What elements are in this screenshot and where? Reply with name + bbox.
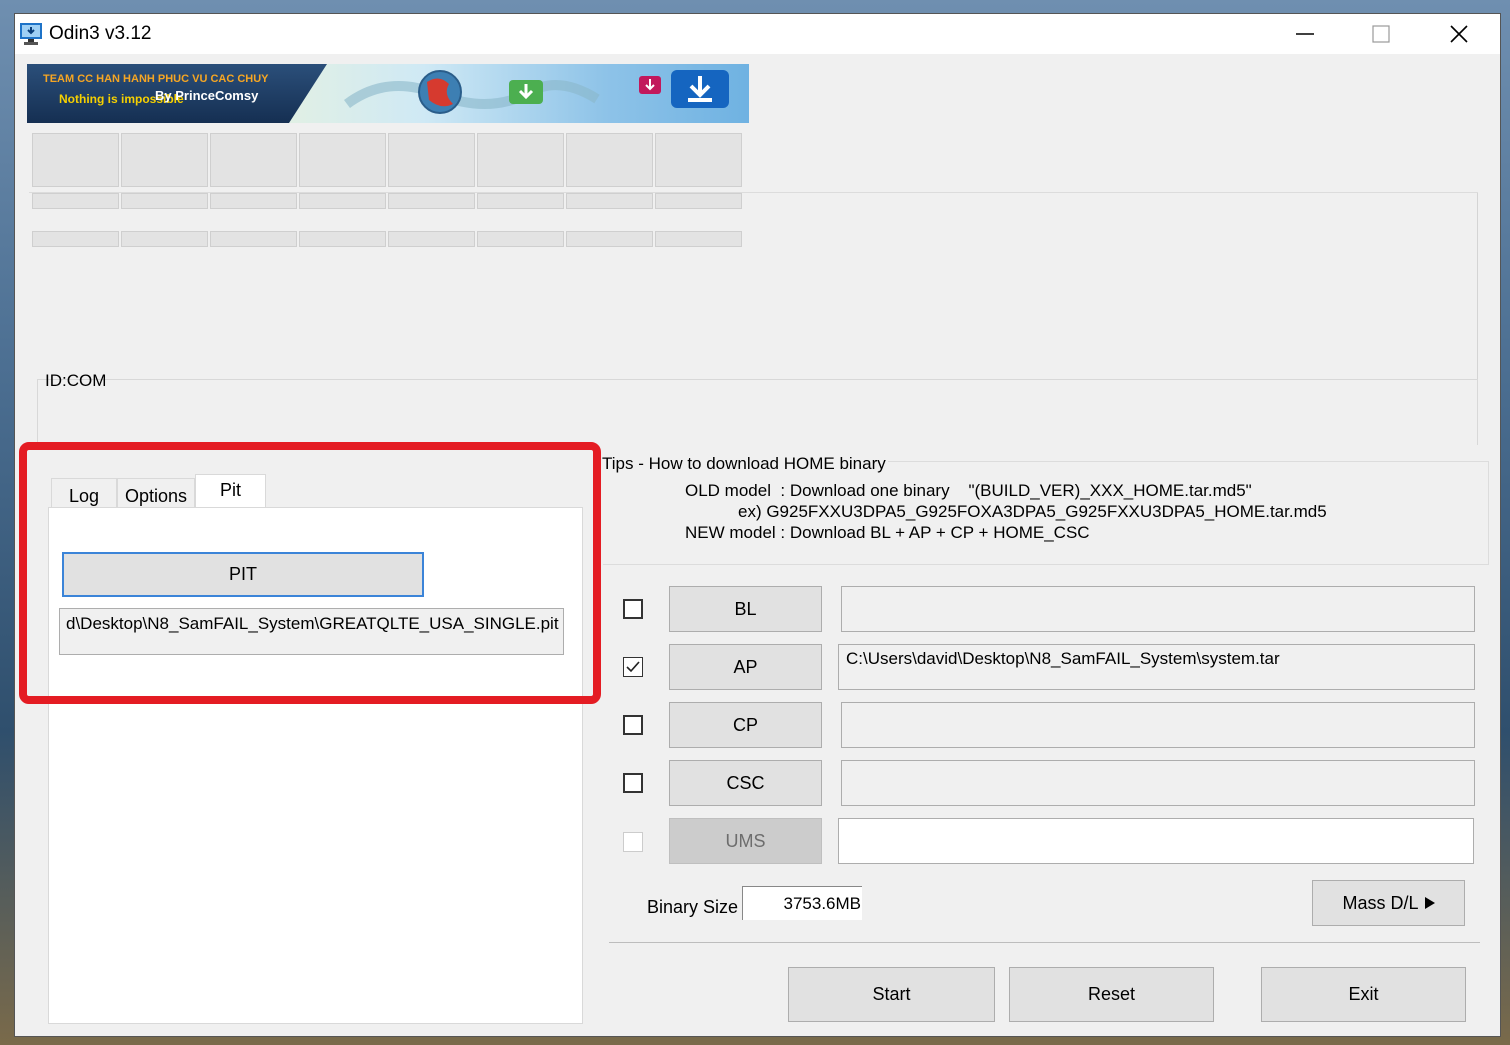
title-bar: Odin3 v3.12 [15,14,1500,54]
tips-title: Tips - How to download HOME binary [602,454,888,474]
mass-dl-button[interactable]: Mass D/L [1312,880,1465,926]
port-com-row [32,231,744,247]
tips-new-model: NEW model : Download BL + AP + CP + HOME… [685,523,1090,542]
reset-button[interactable]: Reset [1009,967,1214,1022]
port-com-slot [121,231,208,247]
maximize-icon [1372,25,1390,43]
id-com-label: ID:COM [45,371,107,390]
port-slot [388,133,475,187]
port-com-slot [32,231,119,247]
banner-world-map-art [344,70,729,114]
port-com-slot [655,231,742,247]
odin-window: Odin3 v3.12 TEAM CC HAN HANH PHUC VU CAC… [14,13,1501,1037]
bl-path-field[interactable] [841,586,1475,632]
port-progress-bar [566,193,653,209]
window-title: Odin3 v3.12 [49,23,152,44]
ums-path-field [838,818,1474,864]
port-com-slot [299,231,386,247]
port-progress-bar [121,193,208,209]
port-slot [121,133,208,187]
port-progress-bar [32,193,119,209]
download-icon-large [671,70,729,108]
close-icon [1450,25,1468,43]
port-slot [655,133,742,187]
port-slot [299,133,386,187]
download-icon-pink [639,76,661,94]
download-icon-small [509,80,543,104]
cp-path-field[interactable] [841,702,1475,748]
close-button[interactable] [1421,14,1497,54]
banner-team-text: TEAM CC HAN HANH PHUC VU CAC CHUY [43,73,269,85]
binary-size-label: Binary Size [647,897,739,917]
port-com-slot [210,231,297,247]
port-progress-bar [299,193,386,209]
highlight-box [19,442,601,704]
minimize-icon [1296,33,1314,35]
binary-size-value: 3753.6MB [742,886,862,920]
bl-button[interactable]: BL [669,586,822,632]
port-slot [32,133,119,187]
banner-author: By PrinceComsy [155,88,259,103]
cp-button[interactable]: CP [669,702,822,748]
port-com-slot [566,231,653,247]
port-progress-row [32,193,744,209]
maximize-button[interactable] [1343,14,1419,54]
port-progress-bar [655,193,742,209]
port-slot [210,133,297,187]
team-banner: TEAM CC HAN HANH PHUC VU CAC CHUY Nothin… [27,64,749,123]
minimize-button[interactable] [1267,14,1343,54]
separator [609,942,1480,943]
csc-checkbox[interactable] [623,773,643,793]
cp-checkbox[interactable] [623,715,643,735]
mass-dl-label: Mass D/L [1342,892,1419,913]
start-button[interactable]: Start [788,967,995,1022]
checkmark-icon [626,661,640,673]
port-progress-bar [388,193,475,209]
exit-button[interactable]: Exit [1261,967,1466,1022]
ap-checkbox[interactable] [623,657,643,677]
port-slot [477,133,564,187]
id-com-group [37,379,1478,445]
tips-old-model: OLD model : Download one binary "(BUILD_… [685,481,1252,500]
csc-path-field[interactable] [841,760,1475,806]
app-icon [20,23,42,45]
ums-checkbox [623,832,643,852]
port-com-slot [388,231,475,247]
port-slot [566,133,653,187]
triangle-right-icon [1424,897,1435,909]
port-progress-bar [210,193,297,209]
ap-button[interactable]: AP [669,644,822,690]
port-status-row [32,133,744,187]
csc-button[interactable]: CSC [669,760,822,806]
tips-example: ex) G925FXXU3DPA5_G925FOXA3DPA5_G925FXXU… [738,502,1327,521]
bl-checkbox[interactable] [623,599,643,619]
ap-path-field[interactable]: C:\Users\david\Desktop\N8_SamFAIL_System… [838,644,1475,690]
port-com-slot [477,231,564,247]
port-progress-bar [477,193,564,209]
ums-button: UMS [669,818,822,864]
